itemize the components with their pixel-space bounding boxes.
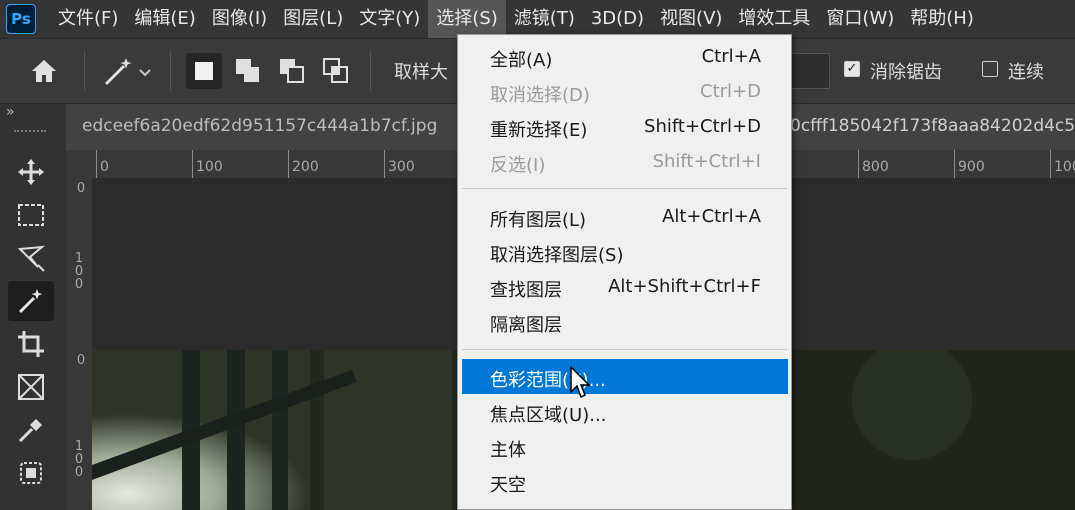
subtract-from-selection-button[interactable] [274, 53, 310, 89]
menu-item-label: 所有图层(L) [490, 210, 587, 231]
move-tool-icon[interactable] [8, 152, 54, 192]
menu-help[interactable]: 帮助(H) [902, 0, 982, 38]
tolerance-input[interactable] [790, 53, 830, 89]
tools-panel [0, 150, 66, 510]
panel-collapse-icon[interactable]: » [6, 104, 15, 120]
ruler-tick: 1 0 0 [74, 439, 84, 480]
crop-tool-icon[interactable] [8, 324, 54, 364]
menu-item-deselect-layers[interactable]: 取消选择图层(S) [458, 234, 791, 269]
document-tab-title-2: 0cfff185042f173f8aaa84202d4c5 [790, 116, 1075, 136]
menu-separator [462, 349, 787, 350]
menu-item-shortcut: Alt+Ctrl+A [662, 206, 761, 227]
menu-separator [462, 188, 787, 189]
menu-item-shortcut: Shift+Ctrl+I [652, 151, 761, 172]
menu-item-shortcut: Ctrl+A [701, 46, 761, 67]
mouse-cursor-icon [570, 365, 592, 404]
menu-type[interactable]: 文字(Y) [351, 0, 428, 38]
menu-item-color-range[interactable]: 色彩范围(C)... [462, 359, 788, 394]
photoshop-logo: Ps [6, 4, 36, 34]
sample-size-label[interactable]: 取样大 [394, 58, 448, 84]
menu-plugins[interactable]: 增效工具 [730, 0, 818, 38]
antialias-label[interactable]: 消除锯齿 [870, 58, 942, 84]
home-icon[interactable] [26, 53, 62, 89]
ruler-tick: 800 [858, 150, 889, 178]
menu-item-reselect[interactable]: 重新选择(E) Shift+Ctrl+D [458, 109, 791, 144]
menu-item-shortcut: Alt+Shift+Ctrl+F [608, 276, 761, 297]
divider [170, 51, 171, 91]
tool-preset-picker[interactable] [98, 53, 154, 89]
menu-item-subject[interactable]: 主体 [458, 429, 791, 464]
ruler-tick: 300 [384, 150, 415, 178]
menu-image[interactable]: 图像(I) [204, 0, 275, 38]
menu-item-inverse[interactable]: 反选(I) Shift+Ctrl+I [458, 144, 791, 179]
intersect-selection-button[interactable] [318, 53, 354, 89]
contiguous-checkbox[interactable] [982, 61, 998, 77]
menu-item-label: 隔离图层 [490, 315, 562, 336]
ruler-tick: 900 [954, 150, 985, 178]
menu-window[interactable]: 窗口(W) [818, 0, 902, 38]
eyedropper-tool-icon[interactable] [8, 410, 54, 450]
ruler-tick: 200 [288, 150, 319, 178]
ruler-corner [66, 150, 92, 178]
toolbar-grip[interactable] [14, 130, 46, 138]
menu-filter[interactable]: 滤镜(T) [506, 0, 583, 38]
divider [84, 51, 85, 91]
new-selection-button[interactable] [186, 53, 222, 89]
menu-item-focus-area[interactable]: 焦点区域(U)... [458, 394, 791, 429]
ruler-tick: 0 [76, 181, 86, 196]
menu-item-label: 取消选择(D) [490, 85, 590, 106]
ruler-tick: 0 [76, 353, 86, 368]
menu-layer[interactable]: 图层(L) [275, 0, 351, 38]
ruler-tick: 100 [1050, 150, 1075, 178]
document-tab-title: edceef6a20edf62d951157c444a1b7cf.jpg [82, 116, 438, 136]
menu-select[interactable]: 选择(S) [428, 0, 506, 38]
divider [370, 51, 371, 91]
menu-item-sky[interactable]: 天空 [458, 464, 791, 499]
select-menu-dropdown: 全部(A) Ctrl+A 取消选择(D) Ctrl+D 重新选择(E) Shif… [457, 34, 792, 510]
menu-item-label: 查找图层 [490, 280, 562, 301]
menu-item-isolate-layers[interactable]: 隔离图层 [458, 304, 791, 339]
add-to-selection-button[interactable] [230, 53, 266, 89]
contiguous-label[interactable]: 连续 [1008, 58, 1044, 84]
menu-item-shortcut: Ctrl+D [700, 81, 761, 102]
menu-item-label: 焦点区域(U)... [490, 405, 607, 426]
menu-3d[interactable]: 3D(D) [583, 0, 652, 38]
menu-item-label: 反选(I) [490, 155, 546, 176]
menu-item-shortcut: Shift+Ctrl+D [644, 116, 761, 137]
menu-item-label: 全部(A) [490, 50, 553, 71]
marquee-tool-icon[interactable] [8, 195, 54, 235]
ruler-tick: 100 [192, 150, 223, 178]
lasso-tool-icon[interactable] [8, 238, 54, 278]
menu-edit[interactable]: 编辑(E) [126, 0, 203, 38]
menu-bar: Ps 文件(F) 编辑(E) 图像(I) 图层(L) 文字(Y) 选择(S) 滤… [0, 0, 1075, 38]
menu-item-label: 重新选择(E) [490, 120, 588, 141]
menu-item-deselect[interactable]: 取消选择(D) Ctrl+D [458, 74, 791, 109]
patch-tool-icon[interactable] [8, 453, 54, 493]
menu-view[interactable]: 视图(V) [652, 0, 730, 38]
vertical-ruler: 0 1 0 0 0 1 0 0 [66, 178, 93, 510]
ruler-tick: 1 0 0 [74, 251, 84, 292]
menu-item-all-layers[interactable]: 所有图层(L) Alt+Ctrl+A [458, 199, 791, 234]
antialias-checkbox[interactable]: ✓ [844, 61, 860, 77]
menu-item-label: 主体 [490, 440, 526, 461]
menu-item-select-all[interactable]: 全部(A) Ctrl+A [458, 39, 791, 74]
menu-file[interactable]: 文件(F) [50, 0, 126, 38]
menu-item-label: 天空 [490, 475, 526, 496]
magic-wand-tool-icon[interactable] [8, 281, 54, 321]
ruler-tick: 0 [96, 150, 109, 178]
frame-tool-icon[interactable] [8, 367, 54, 407]
menu-item-find-layers[interactable]: 查找图层 Alt+Shift+Ctrl+F [458, 269, 791, 304]
menu-item-label: 取消选择图层(S) [490, 245, 624, 266]
